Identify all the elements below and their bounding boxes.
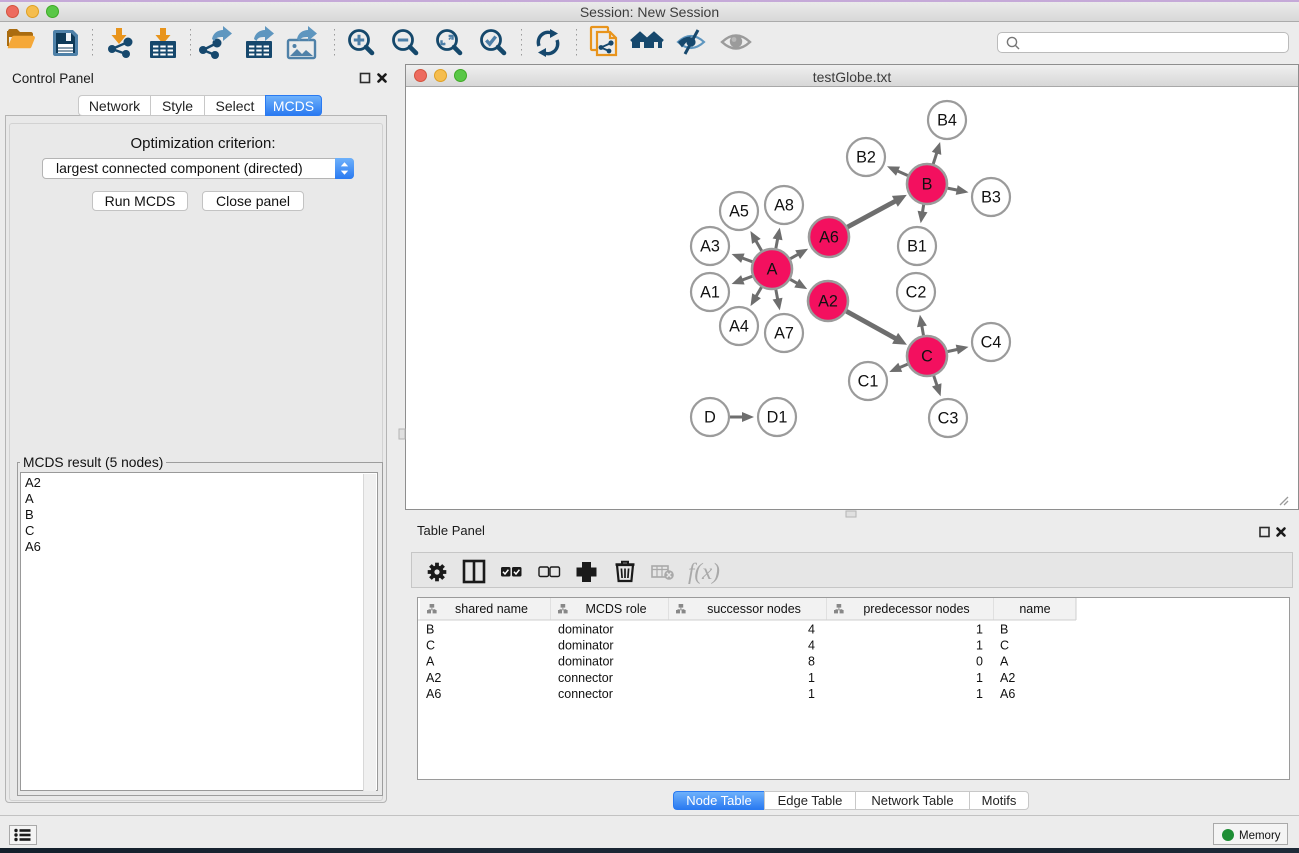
svg-text:connector: connector (558, 671, 613, 685)
svg-text:dominator: dominator (558, 655, 614, 669)
svg-text:C3: C3 (938, 410, 959, 428)
svg-text:1: 1 (976, 671, 983, 685)
svg-text:f(x): f(x) (688, 559, 720, 584)
svg-text:C2: C2 (906, 284, 927, 302)
svg-text:A2: A2 (818, 293, 838, 311)
svg-text:C: C (921, 348, 933, 366)
svg-text:1: 1 (976, 687, 983, 701)
svg-text:MCDS role: MCDS role (585, 602, 646, 616)
svg-text:A5: A5 (729, 203, 749, 221)
svg-text:shared name: shared name (455, 602, 528, 616)
svg-text:1: 1 (808, 687, 815, 701)
svg-text:A4: A4 (729, 318, 749, 336)
svg-text:successor nodes: successor nodes (707, 602, 801, 616)
svg-text:connector: connector (558, 687, 613, 701)
svg-text:A3: A3 (700, 238, 720, 256)
svg-text:D: D (704, 409, 716, 427)
svg-text:8: 8 (808, 655, 815, 669)
svg-text:D1: D1 (767, 409, 788, 427)
svg-text:B2: B2 (856, 149, 876, 167)
svg-text:A7: A7 (774, 325, 794, 343)
svg-text:4: 4 (808, 623, 815, 637)
svg-text:Memory: Memory (1239, 830, 1281, 842)
svg-text:B3: B3 (981, 189, 1001, 207)
svg-text:B1: B1 (907, 238, 927, 256)
svg-text:C1: C1 (858, 373, 879, 391)
svg-text:1: 1 (808, 671, 815, 685)
svg-text:4: 4 (808, 639, 815, 653)
svg-text:dominator: dominator (558, 639, 614, 653)
svg-text:A8: A8 (774, 197, 794, 215)
svg-text:A6: A6 (819, 229, 839, 247)
svg-text:A2: A2 (1000, 671, 1015, 685)
svg-text:0: 0 (976, 655, 983, 669)
svg-text:B4: B4 (937, 112, 957, 130)
svg-text:A: A (1000, 655, 1009, 669)
svg-text:dominator: dominator (558, 623, 614, 637)
svg-text:B: B (922, 176, 933, 194)
svg-text:1: 1 (976, 623, 983, 637)
svg-text:A1: A1 (700, 284, 720, 302)
svg-text:B: B (426, 623, 434, 637)
svg-text:A6: A6 (1000, 687, 1015, 701)
svg-text:A: A (426, 655, 435, 669)
svg-text:A: A (767, 261, 778, 279)
svg-text:name: name (1019, 602, 1050, 616)
svg-text:C: C (426, 639, 435, 653)
svg-text:1: 1 (976, 639, 983, 653)
svg-text:A6: A6 (426, 687, 441, 701)
svg-text:C: C (1000, 639, 1009, 653)
svg-text:A2: A2 (426, 671, 441, 685)
svg-text:predecessor nodes: predecessor nodes (863, 602, 969, 616)
svg-text:B: B (1000, 623, 1008, 637)
svg-text:C4: C4 (981, 334, 1002, 352)
